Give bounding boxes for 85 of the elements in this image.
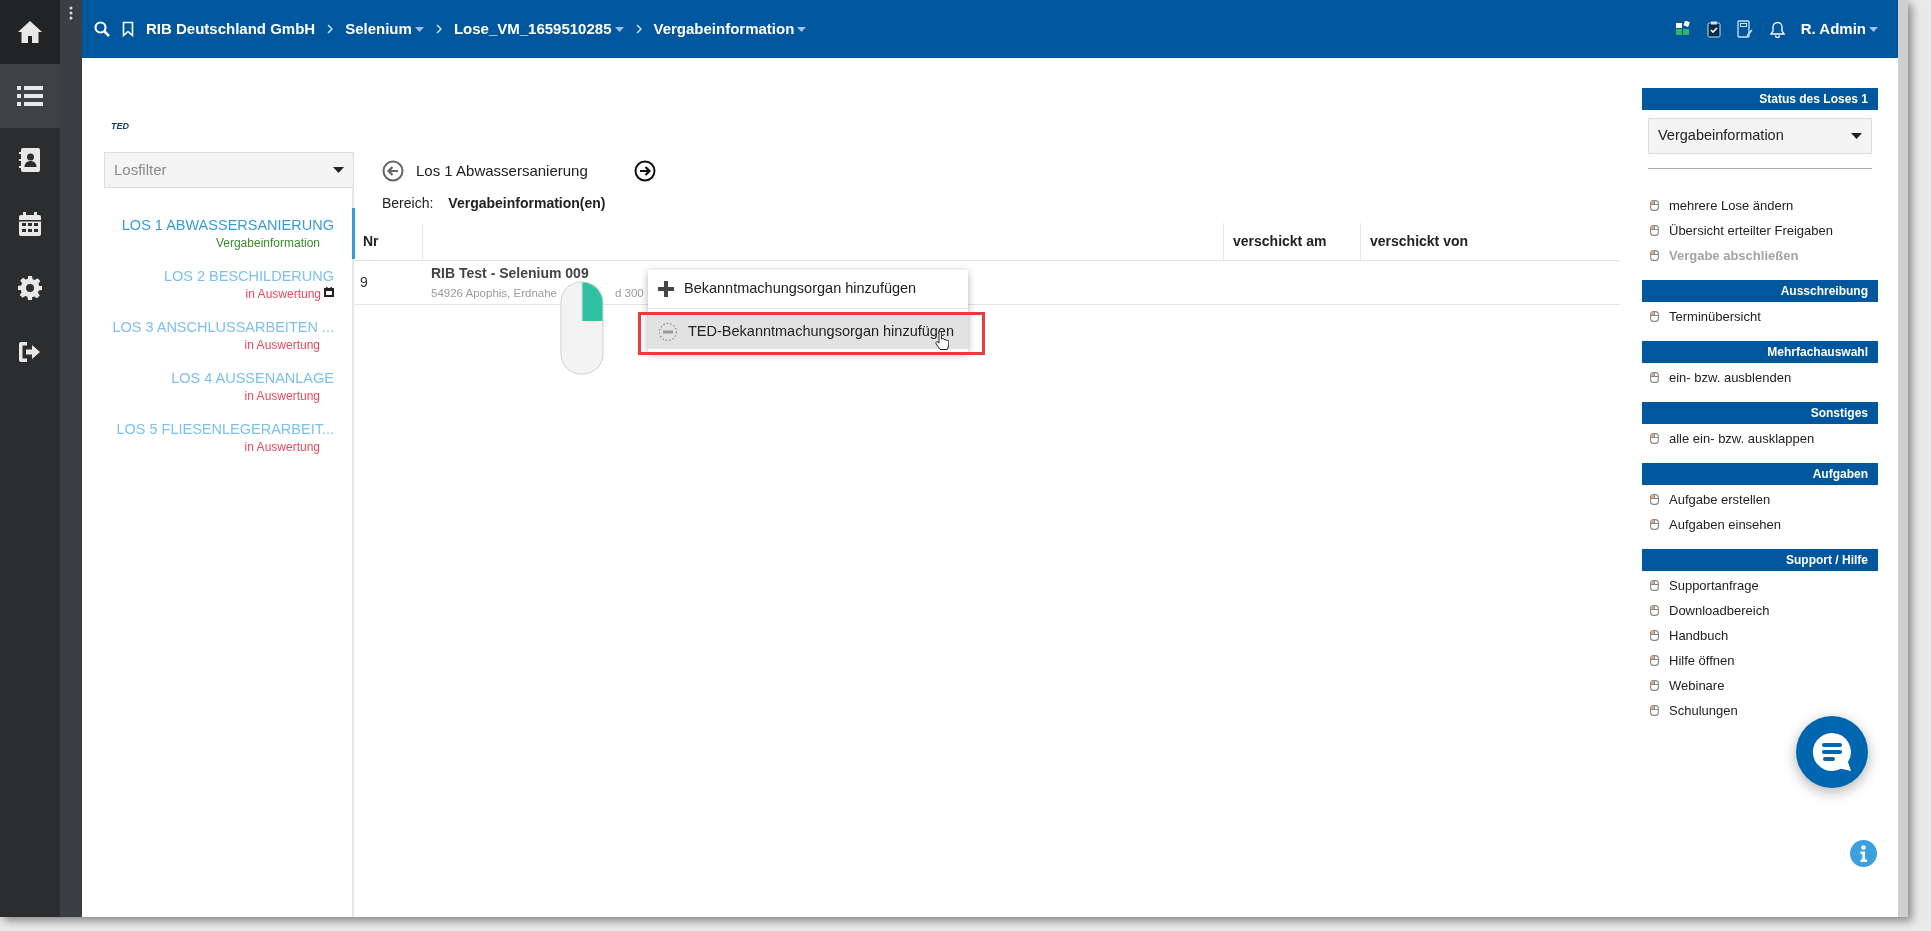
mouse-icon [1650, 433, 1659, 444]
chat-button[interactable] [1796, 716, 1868, 788]
panel-link[interactable]: Hilfe öffnen [1642, 648, 1878, 673]
caret-icon [797, 26, 807, 32]
notebook-icon[interactable] [1736, 20, 1754, 38]
calendar-icon [19, 212, 41, 236]
bell-icon[interactable] [1769, 20, 1785, 38]
ted-logo: TED [111, 120, 129, 132]
panel-link[interactable]: alle ein- bzw. ausklappen [1642, 426, 1878, 451]
lot-status: in Auswertung [244, 440, 320, 455]
record-address: d 300 [614, 286, 644, 301]
breadcrumb-item[interactable]: Vergabeinformation [653, 17, 807, 41]
section-header: Mehrfachauswahl [1642, 341, 1878, 363]
panel-link[interactable]: ein- bzw. ausblenden [1642, 365, 1878, 390]
mouse-icon [1650, 680, 1659, 691]
lot-status: Vergabeinformation [215, 236, 320, 251]
menu-item[interactable]: TED-Bekanntmachungsorgan hinzufügen [648, 315, 968, 349]
lot-title: Los 1 Abwassersanierung [416, 160, 589, 181]
lot-status: in Auswertung [244, 389, 320, 404]
area-label: Bereich: [382, 193, 434, 213]
panel-link[interactable]: Aufgaben einsehen [1642, 512, 1878, 537]
mouse-icon [1650, 580, 1659, 591]
breadcrumb-item[interactable]: RIB Deutschland GmbH [146, 17, 316, 41]
record-title: RIB Test - Selenium 009 [431, 264, 589, 282]
mouse-icon [1650, 250, 1659, 261]
caret-icon [414, 26, 424, 32]
clipboard-check-icon[interactable] [1706, 20, 1721, 38]
mouse-icon [1650, 494, 1659, 505]
mouse-icon [1650, 605, 1659, 616]
sidebar-item[interactable] [0, 0, 60, 64]
mouse-icon [1650, 372, 1659, 383]
bookmark-icon[interactable] [122, 21, 134, 37]
settings-icon [18, 276, 42, 300]
panel-link[interactable]: Webinare [1642, 673, 1878, 698]
mouse-icon [1650, 519, 1659, 530]
list-icon [17, 85, 43, 107]
search-icon[interactable] [94, 21, 110, 37]
home-icon [17, 20, 43, 44]
lot-status: in Auswertung [245, 287, 321, 302]
mouse-icon [1650, 311, 1659, 322]
panel-link[interactable]: Terminübersicht [1642, 304, 1878, 329]
panel-link[interactable]: Downloadbereich [1642, 598, 1878, 623]
lot-status: in Auswertung [244, 338, 320, 353]
panel-link[interactable]: Übersicht erteilter Freigaben [1642, 218, 1878, 243]
column-header: verschickt von [1360, 223, 1620, 260]
panel-link[interactable]: Supportanfrage [1642, 573, 1878, 598]
calendar-icon [324, 287, 334, 298]
section-header: Support / Hilfe [1642, 549, 1878, 571]
plus-icon [658, 281, 674, 297]
panel-link[interactable]: Aufgabe erstellen [1642, 487, 1878, 512]
chevron-right-icon [635, 24, 642, 34]
caret-icon [333, 167, 344, 173]
column-header: Nr [362, 232, 380, 251]
status-select[interactable]: Vergabeinformation [1648, 118, 1872, 154]
chevron-right-icon [435, 24, 442, 34]
mouse-icon [1650, 225, 1659, 236]
info-icon[interactable] [1850, 840, 1877, 867]
caret-icon [614, 26, 624, 32]
mouse-icon [1650, 655, 1659, 666]
user-menu[interactable]: R. Admin [1800, 17, 1878, 41]
sidebar-item[interactable] [0, 64, 60, 128]
record-address: 54926 Apophis, Erdnahe [431, 286, 557, 301]
area-value: Vergabeinformation(en) [448, 193, 606, 213]
mouse-icon [1650, 200, 1659, 211]
more-icon[interactable] [69, 6, 73, 20]
mouse-icon [1650, 705, 1659, 716]
section-header: Ausschreibung [1642, 280, 1878, 302]
breadcrumb-item[interactable]: Lose_VM_1659510285 [453, 17, 624, 41]
caret-icon [1869, 26, 1878, 32]
panel-link[interactable]: mehrere Lose ändern [1642, 193, 1878, 218]
contact-card-icon [19, 148, 41, 172]
chevron-right-icon [327, 24, 334, 34]
panel-link[interactable]: Handbuch [1642, 623, 1878, 648]
apps-icon[interactable] [1674, 21, 1691, 37]
chat-icon [1810, 730, 1854, 774]
section-header: Aufgaben [1642, 463, 1878, 485]
logout-icon [18, 341, 42, 363]
table-cell-text: 9 [359, 273, 369, 292]
section-header: Sonstiges [1642, 402, 1878, 424]
breadcrumb-item[interactable]: Selenium [345, 17, 424, 41]
mouse-icon [1650, 630, 1659, 641]
menu-item[interactable]: Bekanntmachungsorgan hinzufügen [648, 270, 968, 308]
caret-icon [1851, 133, 1862, 139]
section-header: Status des Loses 1 [1642, 88, 1878, 110]
column-header: verschickt am [1223, 223, 1360, 260]
